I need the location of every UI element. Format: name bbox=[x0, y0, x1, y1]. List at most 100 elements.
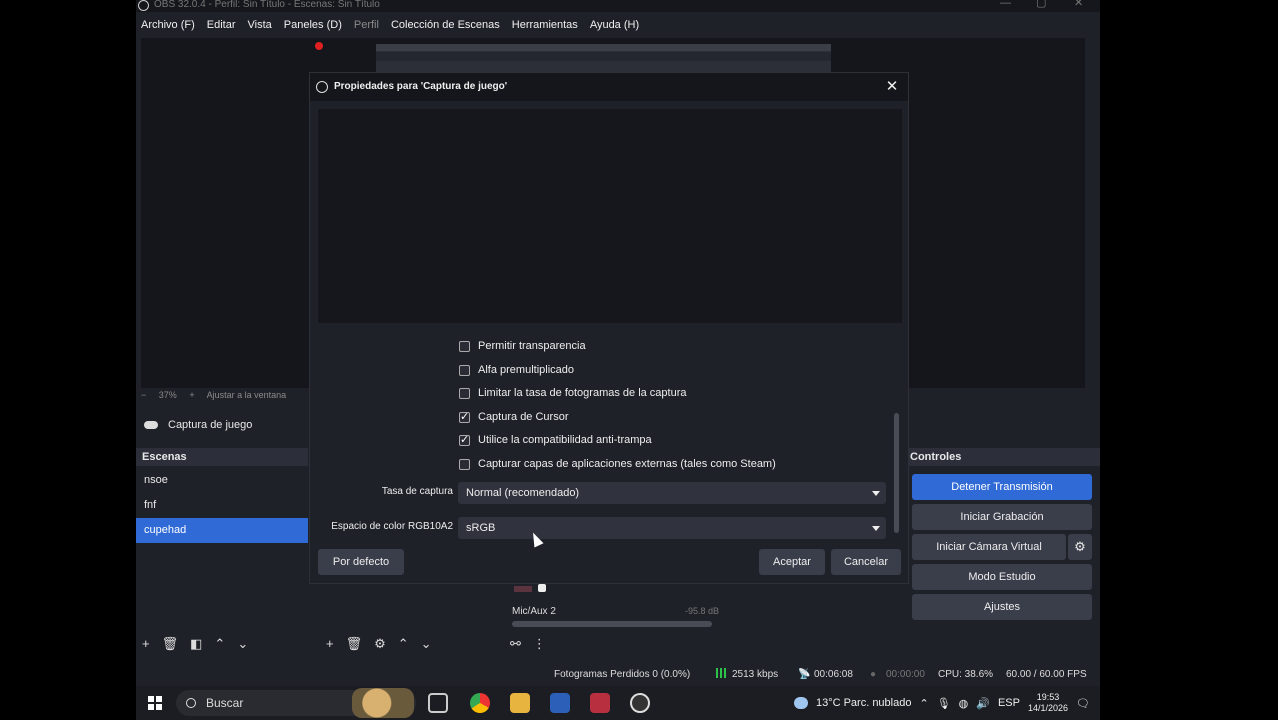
scene-item[interactable]: fnf bbox=[136, 493, 308, 518]
cpu-usage: CPU: 38.6% bbox=[938, 668, 994, 680]
checkbox-row[interactable]: Permitir transparencia bbox=[459, 337, 586, 355]
clock[interactable]: 19:53 14/1/2026 bbox=[1028, 692, 1068, 714]
scenes-title: Escenas bbox=[142, 451, 187, 463]
rec-icon: ● bbox=[870, 668, 877, 680]
checkbox-row[interactable]: Alfa premultiplicado bbox=[459, 361, 574, 379]
obs-taskbar-icon[interactable] bbox=[630, 693, 650, 713]
checkbox-anti-cheat[interactable] bbox=[459, 433, 470, 446]
dialog-title-bar: Propiedades para 'Captura de juego' ✕ bbox=[310, 73, 908, 101]
down-arrow-icon[interactable]: ⌄ bbox=[237, 636, 248, 652]
menu-editar[interactable]: Editar bbox=[207, 19, 236, 31]
menu-herramientas[interactable]: Herramientas bbox=[512, 19, 578, 31]
rec-time: 00:00:00 bbox=[886, 668, 925, 680]
defaults-button[interactable]: Por defecto bbox=[318, 549, 404, 575]
title-bar: OBS 32.0.4 - Perfil: Sin Título - Escena… bbox=[136, 0, 1100, 12]
checkbox-row[interactable]: Limitar la tasa de fotogramas de la capt… bbox=[459, 384, 687, 402]
trash-icon[interactable]: 🗑 bbox=[346, 636, 363, 652]
menu-vista[interactable]: Vista bbox=[248, 19, 272, 31]
stop-stream-button[interactable]: Detener Transmisión bbox=[912, 474, 1092, 500]
volume-icon[interactable]: 🔊 bbox=[976, 697, 990, 710]
down-arrow-icon[interactable]: ⌄ bbox=[421, 636, 432, 652]
game-app-icon[interactable] bbox=[590, 693, 610, 713]
checkbox-row[interactable]: Utilice la compatibilidad anti-trampa bbox=[459, 431, 652, 449]
nested-preview bbox=[376, 44, 831, 74]
fps: 60.00 / 60.00 FPS bbox=[1006, 668, 1087, 680]
network-icon[interactable]: ◍ bbox=[959, 697, 969, 710]
ok-button[interactable]: Aceptar bbox=[759, 549, 825, 575]
up-arrow-icon[interactable]: ⌃ bbox=[214, 636, 225, 652]
studio-mode-button[interactable]: Modo Estudio bbox=[912, 564, 1092, 590]
zoom-out-icon[interactable]: − bbox=[141, 390, 146, 400]
clock-date: 14/1/2026 bbox=[1027, 703, 1069, 713]
capture-rate-select[interactable]: Normal (recomendado) bbox=[458, 482, 886, 504]
volume-knob[interactable] bbox=[538, 584, 546, 592]
close-window-icon[interactable]: ✕ bbox=[1074, 0, 1083, 9]
checkbox-row[interactable]: Capturar capas de aplicaciones externas … bbox=[459, 455, 776, 473]
file-explorer-icon[interactable] bbox=[510, 693, 530, 713]
start-virtual-cam-button[interactable]: Iniciar Cámara Virtual bbox=[912, 534, 1066, 560]
close-icon[interactable]: ✕ bbox=[880, 73, 904, 101]
controls-title: Controles bbox=[910, 451, 962, 463]
checkbox-allow-transparency[interactable] bbox=[459, 340, 470, 352]
start-recording-button[interactable]: Iniciar Grabación bbox=[912, 504, 1092, 530]
windows-start-icon[interactable] bbox=[148, 696, 162, 710]
notifications-icon[interactable]: 🗨 bbox=[1076, 697, 1090, 710]
volume-slider[interactable] bbox=[512, 621, 712, 627]
gear-icon[interactable]: ⚙ bbox=[1068, 534, 1092, 560]
checkbox-label: Limitar la tasa de fotogramas de la capt… bbox=[478, 387, 687, 399]
menu-paneles[interactable]: Paneles (D) bbox=[284, 19, 342, 31]
search-placeholder: Buscar bbox=[206, 696, 244, 710]
settings-button[interactable]: Ajustes bbox=[912, 594, 1092, 620]
checkbox-row[interactable]: Captura de Cursor bbox=[459, 408, 569, 426]
menu-archivo[interactable]: Archivo (F) bbox=[141, 19, 195, 31]
language-indicator[interactable]: ESP bbox=[998, 697, 1020, 709]
microphone-icon[interactable]: 🎙 bbox=[937, 697, 951, 710]
maximize-icon[interactable]: ▢ bbox=[1036, 0, 1046, 9]
stream-icon: 📡 bbox=[798, 668, 811, 680]
checkbox-premultiplied-alpha[interactable] bbox=[459, 364, 470, 376]
scrollbar[interactable] bbox=[894, 413, 899, 533]
signal-icon bbox=[716, 667, 728, 678]
add-icon[interactable]: + bbox=[326, 636, 334, 652]
more-icon[interactable]: ⋮ bbox=[533, 636, 546, 652]
word-icon[interactable] bbox=[550, 693, 570, 713]
meter-bar bbox=[514, 586, 532, 592]
trash-icon[interactable]: 🗑 bbox=[162, 636, 179, 652]
cancel-button[interactable]: Cancelar bbox=[831, 549, 901, 575]
menu-ayuda[interactable]: Ayuda (H) bbox=[590, 19, 639, 31]
scenes-header: Escenas bbox=[136, 448, 308, 466]
zoom-bar: − 37% + Ajustar a la ventana bbox=[141, 390, 296, 404]
chevron-down-icon bbox=[872, 526, 880, 531]
scene-item[interactable]: nsoe bbox=[136, 468, 308, 493]
task-view-icon[interactable] bbox=[428, 693, 448, 713]
scene-item-selected[interactable]: cupehad bbox=[136, 518, 308, 543]
gamepad-icon bbox=[144, 421, 158, 429]
chrome-icon[interactable] bbox=[470, 693, 490, 713]
minimize-icon[interactable]: — bbox=[1000, 0, 1011, 9]
fit-window-label[interactable]: Ajustar a la ventana bbox=[207, 390, 287, 400]
chevron-up-icon[interactable]: ⌃ bbox=[919, 697, 928, 710]
chevron-down-icon bbox=[872, 491, 880, 496]
weather-text: 13°C Parc. nublado bbox=[815, 697, 912, 709]
checkbox-capture-cursor[interactable] bbox=[459, 410, 470, 423]
up-arrow-icon[interactable]: ⌃ bbox=[398, 636, 409, 652]
checkbox-label: Capturar capas de aplicaciones externas … bbox=[478, 458, 776, 470]
menu-bar: Archivo (F) Editar Vista Paneles (D) Per… bbox=[136, 14, 1100, 36]
gear-icon[interactable]: ⚙ bbox=[374, 636, 386, 652]
properties-dialog: Propiedades para 'Captura de juego' ✕ Pe… bbox=[309, 72, 909, 584]
controls-panel: Detener Transmisión Iniciar Grabación In… bbox=[904, 468, 1100, 630]
filter-icon[interactable]: ◧ bbox=[190, 636, 202, 652]
scenes-toolbar: + 🗑 ◧ ⌃ ⌄ bbox=[142, 636, 248, 652]
system-tray: 13°C Parc. nublado ⌃ 🎙 ◍ 🔊 ESP 19:53 14/… bbox=[793, 686, 1090, 720]
checkbox-limit-framerate[interactable] bbox=[459, 387, 470, 399]
zoom-in-icon[interactable]: + bbox=[189, 390, 194, 400]
controls-header: Controles bbox=[904, 448, 1100, 466]
color-space-select[interactable]: sRGB bbox=[458, 517, 886, 539]
link-icon[interactable]: ⚯ bbox=[510, 636, 521, 652]
dialog-title: Propiedades para 'Captura de juego' bbox=[334, 81, 508, 92]
menu-perfil[interactable]: Perfil bbox=[354, 19, 379, 31]
add-icon[interactable]: + bbox=[142, 636, 150, 652]
capture-rate-value: Normal (recomendado) bbox=[466, 487, 580, 499]
checkbox-capture-overlays[interactable] bbox=[459, 458, 470, 470]
menu-coleccion[interactable]: Colección de Escenas bbox=[391, 19, 500, 31]
